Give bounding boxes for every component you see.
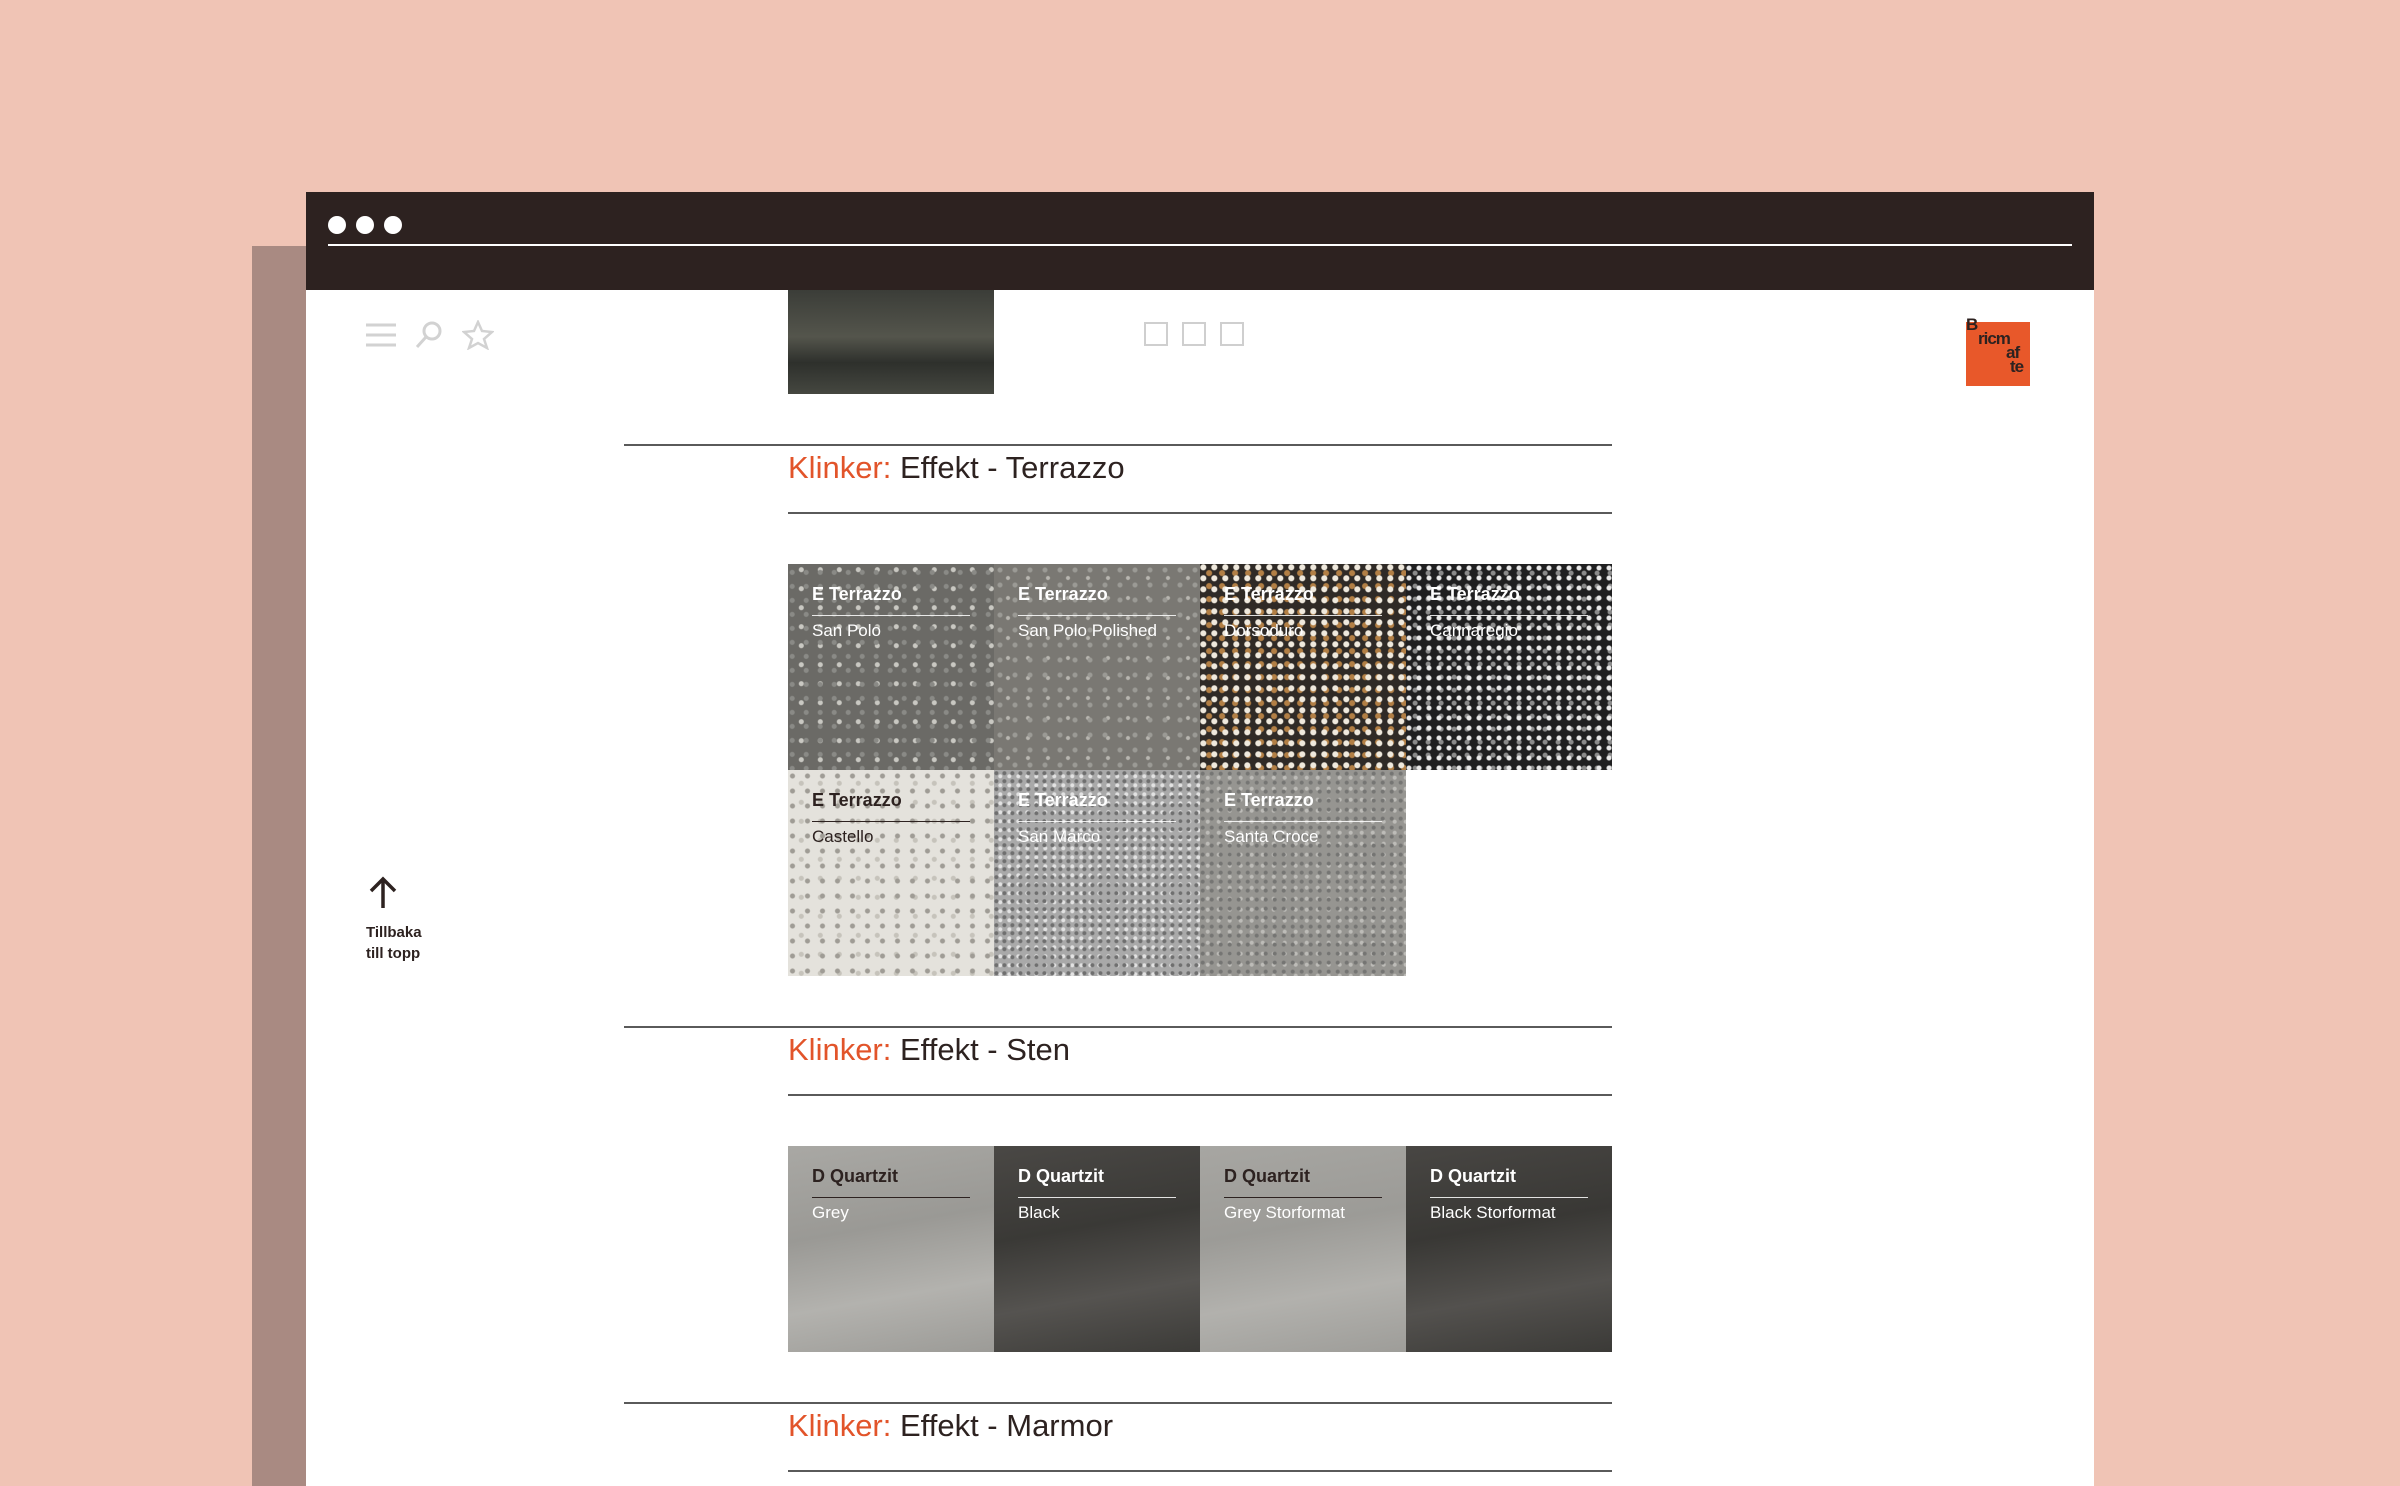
terrazzo-grid: E Terrazzo San Polo E Terrazzo San Polo … — [788, 564, 1612, 976]
section-divider — [624, 444, 1612, 446]
product-tile[interactable]: E Terrazzo Cannaregio — [1406, 564, 1612, 770]
browser-window: B ricm af te Klinker: Effekt - Terrazzo … — [306, 192, 2094, 1486]
product-tile[interactable]: E Terrazzo Dorsoduro — [1200, 564, 1406, 770]
product-tile[interactable]: E Terrazzo Castello — [788, 770, 994, 976]
section-divider — [788, 1470, 1612, 1472]
menu-icon[interactable] — [366, 322, 396, 348]
product-tile[interactable]: D Quartzit Black — [994, 1146, 1200, 1352]
star-icon[interactable] — [462, 320, 494, 350]
sten-grid: D Quartzit Grey D Quartzit Black D Quart… — [788, 1146, 1612, 1352]
product-tile[interactable]: D Quartzit Grey Storformat — [1200, 1146, 1406, 1352]
brand-logo[interactable]: B ricm af te — [1966, 316, 2030, 386]
section-divider — [788, 1094, 1612, 1096]
browser-toolbar — [366, 320, 494, 350]
section-title-sten: Klinker: Effekt - Sten — [788, 1032, 1071, 1067]
section-divider — [624, 1402, 1612, 1404]
product-tile[interactable]: E Terrazzo San Polo Polished — [994, 564, 1200, 770]
product-swatch-partial[interactable] — [788, 290, 994, 394]
window-shadow — [252, 246, 312, 1486]
logo-text: B ricm af te — [1966, 315, 2024, 376]
section-divider — [624, 1026, 1612, 1028]
window-dot-icon[interactable] — [384, 216, 402, 234]
product-tile[interactable]: E Terrazzo Santa Croce — [1200, 770, 1406, 976]
tab-square — [1182, 322, 1206, 346]
arrow-up-icon — [369, 876, 397, 908]
tab-square — [1220, 322, 1244, 346]
product-tile[interactable]: D Quartzit Black Storformat — [1406, 1146, 1612, 1352]
search-icon[interactable] — [414, 320, 444, 350]
tabs-icon[interactable] — [1144, 322, 1244, 346]
section-title-terrazzo: Klinker: Effekt - Terrazzo — [788, 450, 1125, 485]
window-dot-icon[interactable] — [328, 216, 346, 234]
section-divider — [788, 512, 1612, 514]
back-to-top-label: Tillbaka till topp — [366, 924, 422, 962]
tab-square — [1144, 322, 1168, 346]
window-dot-icon[interactable] — [356, 216, 374, 234]
address-bar-line[interactable] — [328, 244, 2072, 246]
back-to-top-link[interactable]: Tillbaka till topp — [366, 876, 456, 964]
window-titlebar — [306, 192, 2094, 290]
section-title-marmor: Klinker: Effekt - Marmor — [788, 1408, 1114, 1443]
product-tile[interactable]: E Terrazzo San Polo — [788, 564, 994, 770]
window-controls — [328, 216, 402, 234]
product-tile[interactable]: D Quartzit Grey — [788, 1146, 994, 1352]
product-tile[interactable]: E Terrazzo San Marco — [994, 770, 1200, 976]
